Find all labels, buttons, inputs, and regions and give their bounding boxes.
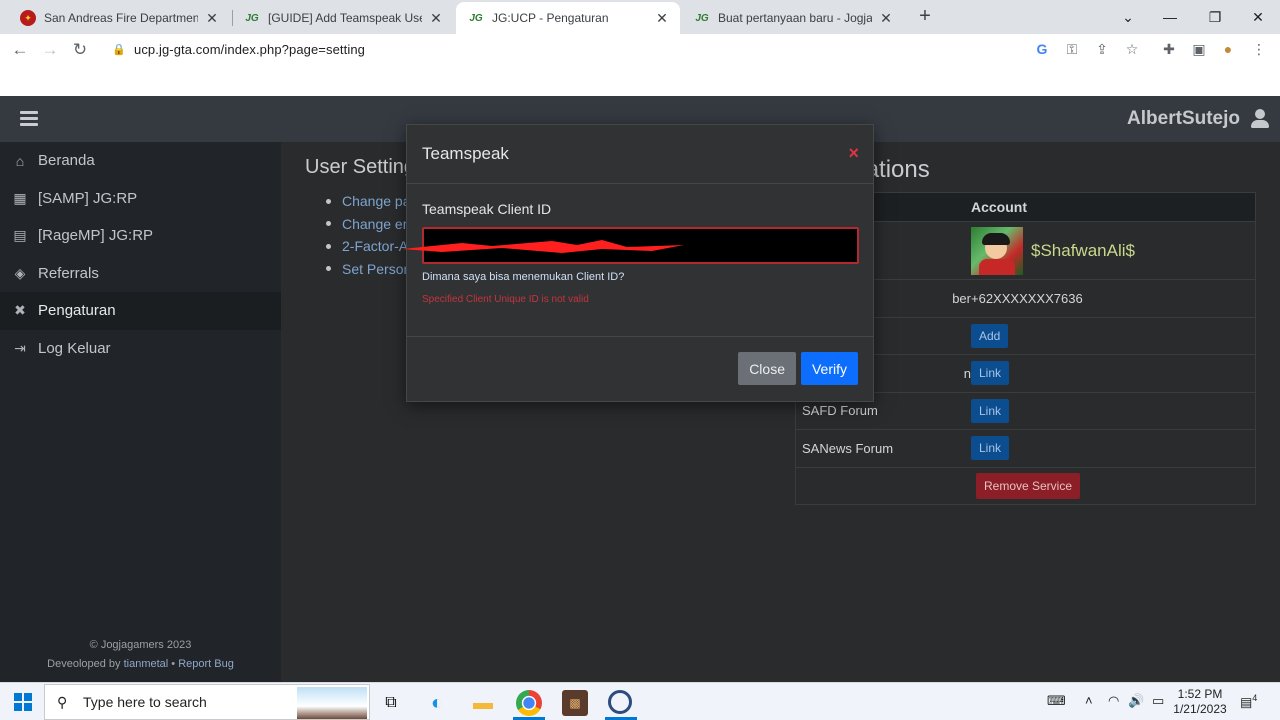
side-panel-icon[interactable]: ▣ bbox=[1190, 40, 1208, 58]
modal-header: Teamspeak bbox=[407, 125, 873, 184]
windows-start-icon[interactable] bbox=[14, 693, 32, 711]
browser-tab-bar: ✦ San Andreas Fire Department - P ✕ JG [… bbox=[0, 0, 1280, 34]
menu-dots-icon[interactable]: ⋮ bbox=[1250, 40, 1268, 58]
fire-dept-icon: ✦ bbox=[20, 10, 36, 26]
address-bar[interactable]: 🔒 ucp.jg-gta.com/index.php?page=setting bbox=[100, 37, 1150, 61]
browser-tab-2[interactable]: JG [GUIDE] Add Teamspeak User to ✕ bbox=[232, 2, 454, 34]
browser-tab-3-active[interactable]: JG JG:UCP - Pengaturan ✕ bbox=[456, 2, 680, 34]
clock-time: 1:52 PM bbox=[1177, 687, 1223, 701]
taskbar-search[interactable]: ⚲ Type here to search bbox=[44, 684, 370, 720]
tab-title: JG:UCP - Pengaturan bbox=[492, 11, 609, 25]
file-explorer-icon[interactable]: ▬ bbox=[470, 690, 496, 716]
search-icon: ⚲ bbox=[57, 693, 68, 710]
edge-icon[interactable]: ◐ bbox=[424, 690, 450, 716]
profile-icon[interactable]: ● bbox=[1219, 40, 1237, 58]
new-tab-icon[interactable]: + bbox=[914, 5, 936, 27]
client-id-input[interactable] bbox=[402, 227, 859, 264]
url-text[interactable]: ucp.jg-gta.com/index.php?page=setting bbox=[134, 42, 365, 57]
tab-title: Buat pertanyaan baru - Jogjagam bbox=[718, 11, 872, 25]
teamspeak-icon[interactable] bbox=[608, 690, 632, 714]
teamspeak-modal: Teamspeak × Teamspeak Client ID Dimana s… bbox=[402, 124, 874, 402]
samp-app-icon[interactable]: ▩ bbox=[562, 690, 588, 716]
minimize-icon[interactable]: — bbox=[1150, 0, 1190, 34]
error-message: Specified Client Unique ID is not valid bbox=[422, 294, 589, 305]
tab-title: [GUIDE] Add Teamspeak User to bbox=[268, 11, 422, 25]
redaction-scribble bbox=[402, 240, 684, 253]
notification-count: 4 bbox=[1252, 693, 1258, 703]
verify-button[interactable]: Verify bbox=[800, 352, 858, 385]
extensions-icon[interactable]: ✚ bbox=[1160, 40, 1178, 58]
close-button[interactable]: Close bbox=[738, 352, 796, 385]
clock-date: 1/21/2023 bbox=[1173, 702, 1227, 716]
wifi-icon[interactable]: ◠ bbox=[1108, 693, 1119, 709]
jg-logo-icon: JG bbox=[245, 12, 259, 24]
browser-tab-4[interactable]: JG Buat pertanyaan baru - Jogjagam ✕ bbox=[682, 2, 904, 34]
keyboard-icon[interactable]: ⌨ bbox=[1047, 693, 1066, 709]
back-icon[interactable]: ← bbox=[8, 38, 32, 62]
close-tab-icon[interactable]: ✕ bbox=[204, 10, 220, 27]
task-view-icon[interactable]: ⧉ bbox=[378, 690, 404, 716]
close-window-icon[interactable]: ✕ bbox=[1238, 0, 1278, 34]
client-id-label: Teamspeak Client ID bbox=[422, 201, 552, 217]
reload-icon[interactable]: ↻ bbox=[68, 38, 92, 62]
share-icon[interactable]: ⇪ bbox=[1093, 40, 1111, 58]
taskbar-clock[interactable]: 1:52 PM 1/21/2023 bbox=[1170, 687, 1230, 717]
forward-icon[interactable]: → bbox=[38, 38, 62, 62]
modal-footer: Close Verify bbox=[738, 352, 858, 385]
tray-chevron-icon[interactable]: ˄ bbox=[1085, 693, 1093, 708]
close-tab-icon[interactable]: ✕ bbox=[428, 10, 444, 27]
bookmark-star-icon[interactable]: ☆ bbox=[1123, 40, 1141, 58]
tab-title: San Andreas Fire Department - P bbox=[44, 11, 198, 25]
battery-icon[interactable]: ▭ bbox=[1152, 693, 1164, 709]
key-icon[interactable]: ⚿ bbox=[1063, 40, 1081, 58]
notification-icon[interactable]: ▤4 bbox=[1240, 693, 1257, 710]
tab-search-chevron-icon[interactable]: ⌄ bbox=[1108, 0, 1148, 34]
google-icon[interactable]: G bbox=[1033, 40, 1051, 58]
close-icon[interactable]: × bbox=[848, 143, 859, 164]
modal-body: Teamspeak Client ID Dimana saya bisa men… bbox=[402, 184, 873, 337]
client-id-help-link[interactable]: Dimana saya bisa menemukan Client ID? bbox=[422, 271, 858, 283]
lock-icon[interactable]: 🔒 bbox=[112, 43, 126, 56]
chrome-icon[interactable] bbox=[516, 690, 542, 716]
close-tab-icon[interactable]: ✕ bbox=[654, 10, 670, 27]
jg-logo-icon: JG bbox=[469, 12, 483, 24]
windows-taskbar: ⚲ Type here to search ⧉ ◐ ▬ ▩ ⌨ ˄ ◠ 🔊 ▭ … bbox=[0, 682, 1280, 720]
search-placeholder: Type here to search bbox=[83, 694, 207, 710]
restore-icon[interactable]: ❐ bbox=[1195, 0, 1235, 34]
browser-tab-1[interactable]: ✦ San Andreas Fire Department - P ✕ bbox=[8, 2, 230, 34]
volume-icon[interactable]: 🔊 bbox=[1128, 693, 1144, 709]
close-tab-icon[interactable]: ✕ bbox=[878, 10, 894, 27]
modal-title: Teamspeak bbox=[422, 144, 509, 163]
search-highlight-image bbox=[297, 687, 367, 719]
jg-logo-icon: JG bbox=[695, 12, 709, 24]
